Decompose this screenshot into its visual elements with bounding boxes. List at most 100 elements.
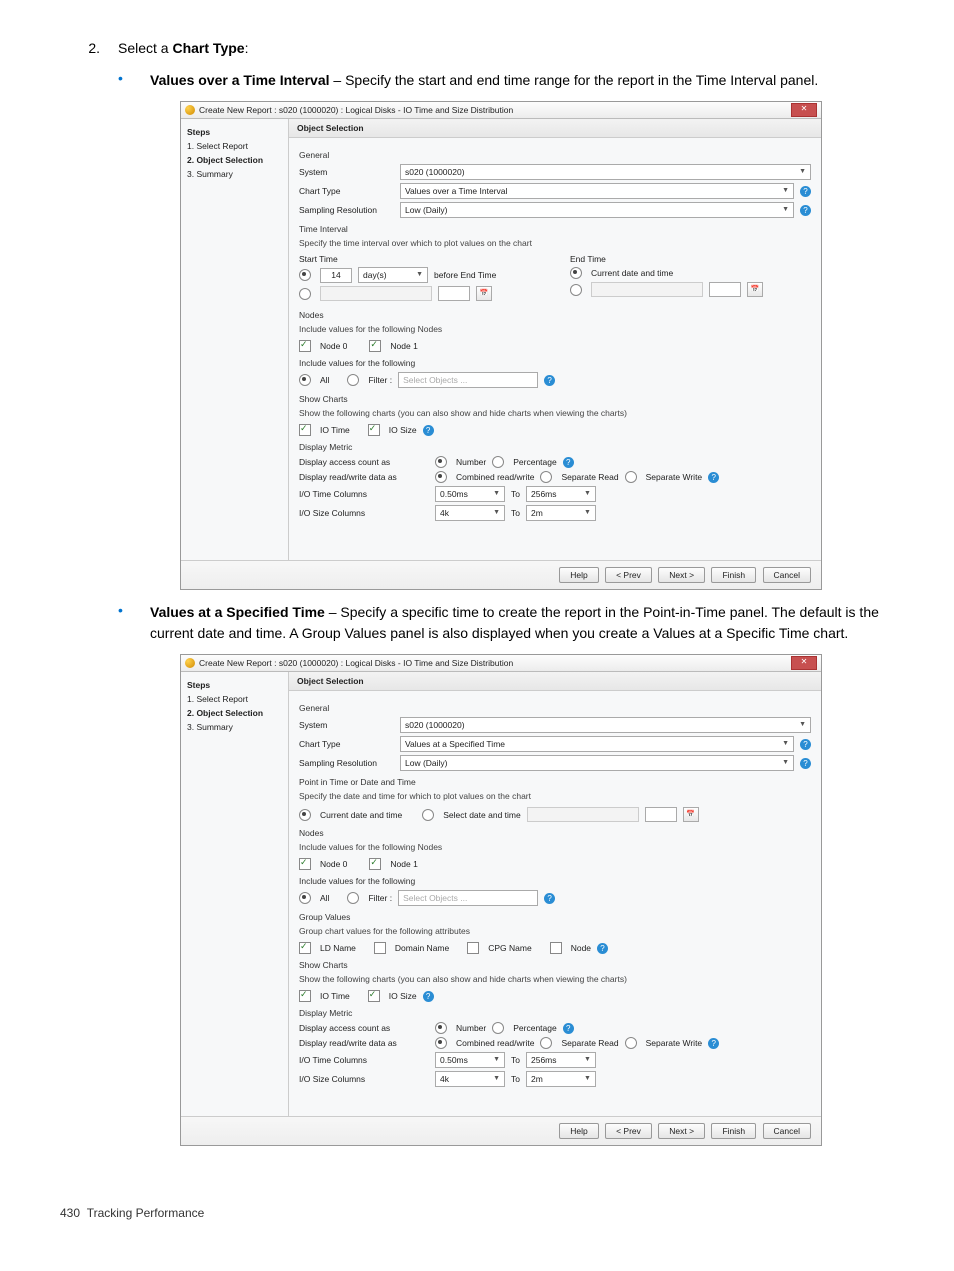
calendar-icon[interactable]: 📅 [476,286,492,301]
step-summary[interactable]: 3. Summary [187,720,282,734]
panel-heading: Object Selection [289,672,821,691]
domain-checkbox[interactable] [374,942,386,954]
help-icon[interactable]: ? [708,1038,719,1049]
chevron-down-icon: ▼ [799,165,806,179]
bullet-icon: • [118,602,150,644]
days-input[interactable]: 14 [320,268,352,283]
percentage-radio[interactable] [492,1022,504,1034]
all-radio[interactable] [299,374,311,386]
help-icon[interactable]: ? [800,186,811,197]
sep-read-radio[interactable] [540,471,552,483]
help-icon[interactable]: ? [423,425,434,436]
next-button[interactable]: Next > [658,1123,705,1139]
prev-button[interactable]: < Prev [605,567,652,583]
cpg-checkbox[interactable] [467,942,479,954]
wizard-steps: Steps 1. Select Report 2. Object Selecti… [181,119,289,560]
node1-checkbox[interactable] [369,340,381,352]
help-icon[interactable]: ? [423,991,434,1002]
size-from-dropdown[interactable]: 4k▼ [435,1071,505,1087]
node-checkbox[interactable] [550,942,562,954]
bullet-text-2: Values at a Specified Time – Specify a s… [150,602,894,644]
help-icon[interactable]: ? [800,758,811,769]
step-object-selection[interactable]: 2. Object Selection [187,706,282,720]
node1-checkbox[interactable] [369,858,381,870]
cancel-button[interactable]: Cancel [763,567,811,583]
step-number: 2. [60,40,118,56]
select-time-radio[interactable] [422,809,434,821]
combined-radio[interactable] [435,471,447,483]
time-to-dropdown[interactable]: 256ms▼ [526,486,596,502]
chevron-down-icon: ▼ [782,203,789,217]
start-date-field [320,286,432,301]
help-icon[interactable]: ? [563,457,574,468]
finish-button[interactable]: Finish [711,1123,756,1139]
node0-checkbox[interactable] [299,340,311,352]
all-radio[interactable] [299,892,311,904]
help-button[interactable]: Help [559,1123,598,1139]
number-radio[interactable] [435,456,447,468]
current-time-radio[interactable] [299,809,311,821]
ld-name-checkbox[interactable] [299,942,311,954]
dialog-specified-time: Create New Report : s020 (1000020) : Log… [180,654,822,1146]
step-object-selection[interactable]: 2. Object Selection [187,153,282,167]
help-button[interactable]: Help [559,567,598,583]
help-icon[interactable]: ? [708,472,719,483]
close-icon[interactable]: ✕ [791,103,817,117]
end-current-radio[interactable] [570,267,582,279]
sep-write-radio[interactable] [625,1037,637,1049]
sep-read-radio[interactable] [540,1037,552,1049]
io-time-checkbox[interactable] [299,990,311,1002]
node0-checkbox[interactable] [299,858,311,870]
sampling-dropdown[interactable]: Low (Daily)▼ [400,202,794,218]
combined-radio[interactable] [435,1037,447,1049]
chart-type-dropdown[interactable]: Values at a Specified Time▼ [400,736,794,752]
chart-type-dropdown[interactable]: Values over a Time Interval▼ [400,183,794,199]
finish-button[interactable]: Finish [711,567,756,583]
chevron-down-icon: ▼ [782,756,789,770]
sep-write-radio[interactable] [625,471,637,483]
help-icon[interactable]: ? [544,375,555,386]
help-icon[interactable]: ? [800,739,811,750]
io-time-checkbox[interactable] [299,424,311,436]
time-from-dropdown[interactable]: 0.50ms▼ [435,1052,505,1068]
window-title: Create New Report : s020 (1000020) : Log… [199,658,791,668]
system-dropdown[interactable]: s020 (1000020)▼ [400,164,811,180]
cancel-button[interactable]: Cancel [763,1123,811,1139]
step-select-report[interactable]: 1. Select Report [187,692,282,706]
io-size-checkbox[interactable] [368,990,380,1002]
next-button[interactable]: Next > [658,567,705,583]
dialog-footer: Help < Prev Next > Finish Cancel [181,560,821,589]
io-size-checkbox[interactable] [368,424,380,436]
step-select-report[interactable]: 1. Select Report [187,139,282,153]
help-icon[interactable]: ? [563,1023,574,1034]
close-icon[interactable]: ✕ [791,656,817,670]
chevron-down-icon: ▼ [782,737,789,751]
number-radio[interactable] [435,1022,447,1034]
prev-button[interactable]: < Prev [605,1123,652,1139]
calendar-icon[interactable]: 📅 [747,282,763,297]
app-icon [185,658,195,668]
help-icon[interactable]: ? [597,943,608,954]
filter-radio[interactable] [347,374,359,386]
size-to-dropdown[interactable]: 2m▼ [526,1071,596,1087]
time-to-dropdown[interactable]: 256ms▼ [526,1052,596,1068]
size-from-dropdown[interactable]: 4k▼ [435,505,505,521]
window-title: Create New Report : s020 (1000020) : Log… [199,105,791,115]
help-icon[interactable]: ? [800,205,811,216]
select-objects-button[interactable]: Select Objects ... [398,890,538,906]
days-unit-dropdown[interactable]: day(s)▼ [358,267,428,283]
calendar-icon[interactable]: 📅 [683,807,699,822]
system-dropdown[interactable]: s020 (1000020)▼ [400,717,811,733]
percentage-radio[interactable] [492,456,504,468]
filter-radio[interactable] [347,892,359,904]
time-from-dropdown[interactable]: 0.50ms▼ [435,486,505,502]
help-icon[interactable]: ? [544,893,555,904]
start-date-radio[interactable] [299,288,311,300]
end-date-radio[interactable] [570,284,582,296]
step-summary[interactable]: 3. Summary [187,167,282,181]
start-relative-radio[interactable] [299,269,311,281]
size-to-dropdown[interactable]: 2m▼ [526,505,596,521]
sampling-dropdown[interactable]: Low (Daily)▼ [400,755,794,771]
titlebar: Create New Report : s020 (1000020) : Log… [181,655,821,672]
select-objects-button[interactable]: Select Objects ... [398,372,538,388]
